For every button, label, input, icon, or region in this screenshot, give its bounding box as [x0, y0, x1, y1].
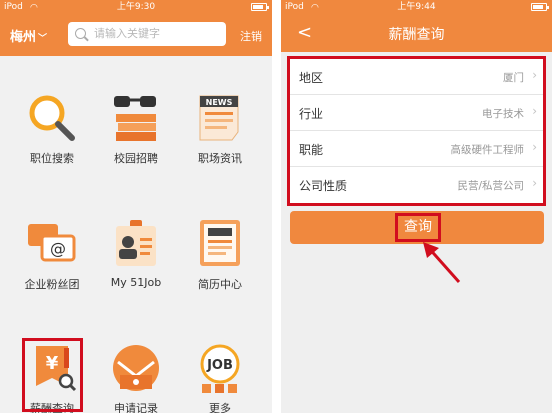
search-placeholder: 请输入关键字 — [94, 27, 160, 40]
chevron-right-icon: › — [532, 104, 537, 118]
status-bar: iPod ◠ 上午9:30 — [0, 0, 272, 14]
feature-grid: 职位搜索 校园招聘 NEWS 职场资讯 @ 企业粉丝团 My 51Job 简历中… — [0, 56, 272, 413]
form-row-industry[interactable]: 行业 电子技术 › — [290, 95, 543, 131]
query-form: 地区 厦门 › 行业 电子技术 › 职能 高级硬件工程师 › 公司性质 民营/私… — [287, 56, 546, 206]
envelope-icon — [110, 342, 162, 394]
menu-label: My 51Job — [110, 276, 162, 289]
menu-label: 校园招聘 — [114, 152, 158, 165]
menu-workplace-news[interactable]: NEWS 职场资讯 — [178, 92, 262, 166]
menu-fans[interactable]: @ 企业粉丝团 — [10, 218, 94, 292]
battery-icon — [531, 3, 549, 11]
home-header: 梅州 ﹀ 请输入关键字 注销 — [0, 14, 272, 56]
magnifier-icon — [26, 92, 78, 144]
menu-salary-query[interactable]: ¥ 薪酬查询 — [10, 342, 94, 413]
field-value: 高级硬件工程师 — [450, 144, 525, 156]
field-label: 地区 — [299, 71, 324, 85]
field-label: 行业 — [299, 107, 324, 121]
chevron-down-icon: ﹀ — [38, 34, 48, 44]
id-card-icon — [110, 218, 162, 270]
city-selector[interactable]: 梅州 ﹀ — [10, 26, 47, 45]
salary-icon-text: ¥ — [46, 353, 59, 374]
menu-label: 简历中心 — [198, 278, 242, 291]
battery-icon — [251, 3, 269, 11]
search-icon — [75, 28, 86, 39]
chat-at-icon: @ — [26, 218, 78, 270]
resume-icon — [194, 218, 246, 270]
form-row-region[interactable]: 地区 厦门 › — [290, 59, 543, 95]
field-label: 职能 — [299, 143, 324, 157]
job-more-icon: JOB — [194, 342, 246, 394]
screenshot: iPod ◠ 上午9:30 梅州 ﹀ 请输入关键字 注销 职位搜索 校园招聘 N… — [0, 0, 552, 413]
field-value: 民营/私营公司 — [457, 180, 524, 192]
chevron-right-icon: › — [532, 68, 537, 82]
menu-job-search[interactable]: 职位搜索 — [10, 92, 94, 166]
salary-header: < 薪酬查询 — [281, 14, 552, 52]
svg-text:@: @ — [50, 239, 66, 258]
form-row-company-type[interactable]: 公司性质 民营/私营公司 › — [290, 167, 543, 203]
menu-more[interactable]: JOB 更多 — [178, 342, 262, 413]
salary-query-screen: iPod ◠ 上午9:44 < 薪酬查询 地区 厦门 › 行业 电子技术 › 职… — [281, 0, 552, 413]
news-icon: NEWS — [194, 92, 246, 144]
menu-applications[interactable]: 申请记录 — [94, 342, 178, 413]
menu-campus[interactable]: 校园招聘 — [94, 92, 178, 166]
field-value: 电子技术 — [482, 108, 524, 120]
menu-label: 职场资讯 — [198, 152, 242, 165]
page-title: 薪酬查询 — [388, 27, 445, 43]
query-button-label: 查询 — [395, 213, 441, 242]
menu-resume[interactable]: 简历中心 — [178, 218, 262, 292]
menu-label: 职位搜索 — [30, 152, 74, 165]
menu-my51job[interactable]: My 51Job — [94, 218, 178, 289]
menu-label: 薪酬查询 — [30, 402, 74, 413]
status-bar: iPod ◠ 上午9:44 — [281, 0, 552, 14]
city-label: 梅州 — [10, 30, 37, 45]
clock: 上午9:30 — [116, 2, 156, 12]
books-glasses-icon — [110, 92, 162, 144]
salary-icon: ¥ — [26, 342, 78, 394]
chevron-right-icon: › — [532, 176, 537, 190]
menu-label: 申请记录 — [114, 402, 158, 413]
field-value: 厦门 — [503, 72, 524, 84]
home-screen: iPod ◠ 上午9:30 梅州 ﹀ 请输入关键字 注销 职位搜索 校园招聘 N… — [0, 0, 272, 413]
news-icon-text: NEWS — [206, 98, 233, 107]
pointer-arrow-icon — [423, 242, 461, 283]
job-icon-text: JOB — [206, 358, 233, 373]
menu-label: 更多 — [209, 402, 231, 413]
logout-button[interactable]: 注销 — [240, 28, 262, 44]
search-input[interactable]: 请输入关键字 — [68, 22, 226, 46]
form-row-function[interactable]: 职能 高级硬件工程师 › — [290, 131, 543, 167]
menu-label: 企业粉丝团 — [24, 278, 80, 291]
field-label: 公司性质 — [299, 179, 348, 193]
clock: 上午9:44 — [397, 2, 436, 12]
chevron-right-icon: › — [532, 140, 537, 154]
